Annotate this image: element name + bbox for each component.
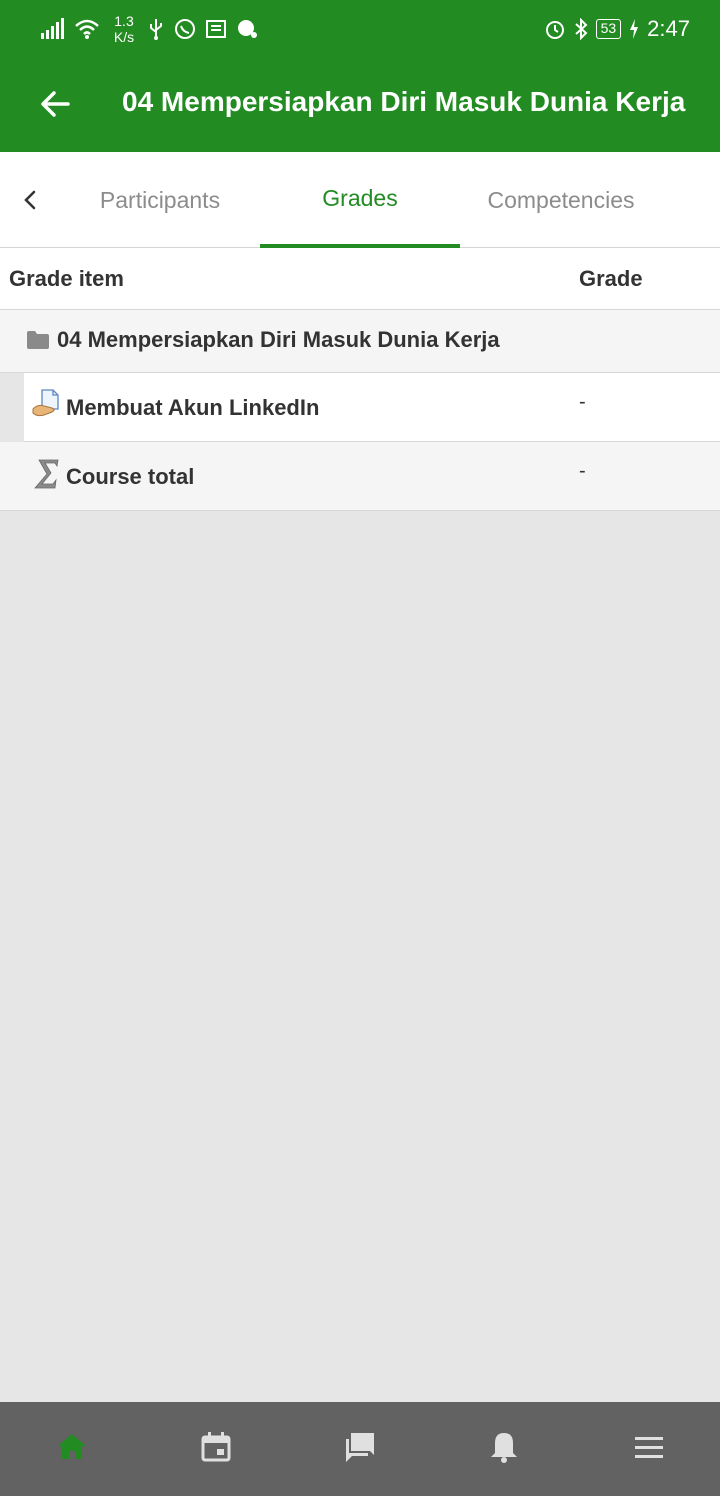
grades-table-header: Grade item Grade: [0, 248, 720, 310]
table-row-total: Course total -: [0, 442, 720, 511]
status-bar: 1.3 K/s 53 2:47: [0, 0, 720, 56]
folder-icon: [27, 331, 49, 349]
net-speed-value: 1.3: [114, 13, 134, 29]
calendar-icon: [201, 1432, 231, 1462]
table-row-category: 04 Mempersiapkan Diri Masuk Dunia Kerja: [0, 310, 720, 373]
tab-grades[interactable]: Grades: [260, 152, 460, 248]
bluetooth-icon: [574, 18, 588, 40]
app-bar: 04 Mempersiapkan Diri Masuk Dunia Kerja: [0, 56, 720, 152]
column-header-grade-item: Grade item: [9, 266, 124, 291]
charging-icon: [630, 19, 639, 39]
tab-competencies[interactable]: Competencies: [461, 152, 661, 248]
nav-notifications-button[interactable]: [486, 1429, 522, 1465]
menu-icon: [635, 1437, 663, 1458]
nav-messages-button[interactable]: [342, 1429, 378, 1465]
category-label: 04 Mempersiapkan Diri Masuk Dunia Kerja: [57, 327, 500, 352]
nav-menu-button[interactable]: [631, 1429, 667, 1465]
net-speed-unit: K/s: [113, 29, 135, 45]
wifi-icon: [75, 19, 99, 39]
usb-icon: [150, 19, 162, 40]
notifications-icon: [491, 1433, 517, 1463]
tab-scroll-left-button[interactable]: [12, 180, 48, 220]
page-title: 04 Mempersiapkan Diri Masuk Dunia Kerja: [122, 86, 686, 117]
arrow-left-icon: [41, 91, 70, 117]
status-bar-left: 1.3 K/s: [40, 12, 258, 46]
battery-icon: 53: [595, 19, 622, 39]
table-row-item[interactable]: Membuat Akun LinkedIn -: [24, 373, 720, 442]
whatsapp-icon: [175, 19, 195, 39]
signal-icon: [41, 18, 64, 39]
grade-value: -: [579, 391, 586, 413]
messages-icon: [346, 1433, 374, 1462]
news-icon: [206, 20, 226, 38]
alarm-icon: [545, 21, 564, 39]
chat-icon: [238, 20, 257, 38]
net-speed: 1.3 K/s: [110, 13, 138, 45]
bottom-nav: [0, 1402, 720, 1496]
status-bar-right: 53 2:47: [544, 12, 690, 46]
grade-item-label[interactable]: Membuat Akun LinkedIn: [66, 395, 319, 421]
column-header-grade: Grade: [579, 266, 643, 291]
sigma-icon: [34, 459, 59, 489]
home-icon: [58, 1434, 86, 1459]
nav-calendar-button[interactable]: [198, 1429, 234, 1465]
back-button[interactable]: [36, 84, 76, 124]
assignment-icon: [32, 389, 59, 417]
clock: 2:47: [647, 16, 690, 41]
tab-bar: Participants Grades Competencies: [0, 152, 720, 248]
tab-participants[interactable]: Participants: [60, 152, 260, 248]
course-total-grade: -: [579, 460, 586, 482]
chevron-left-icon: [24, 190, 36, 210]
course-total-label: Course total: [66, 464, 195, 489]
nav-home-button[interactable]: [54, 1429, 90, 1465]
